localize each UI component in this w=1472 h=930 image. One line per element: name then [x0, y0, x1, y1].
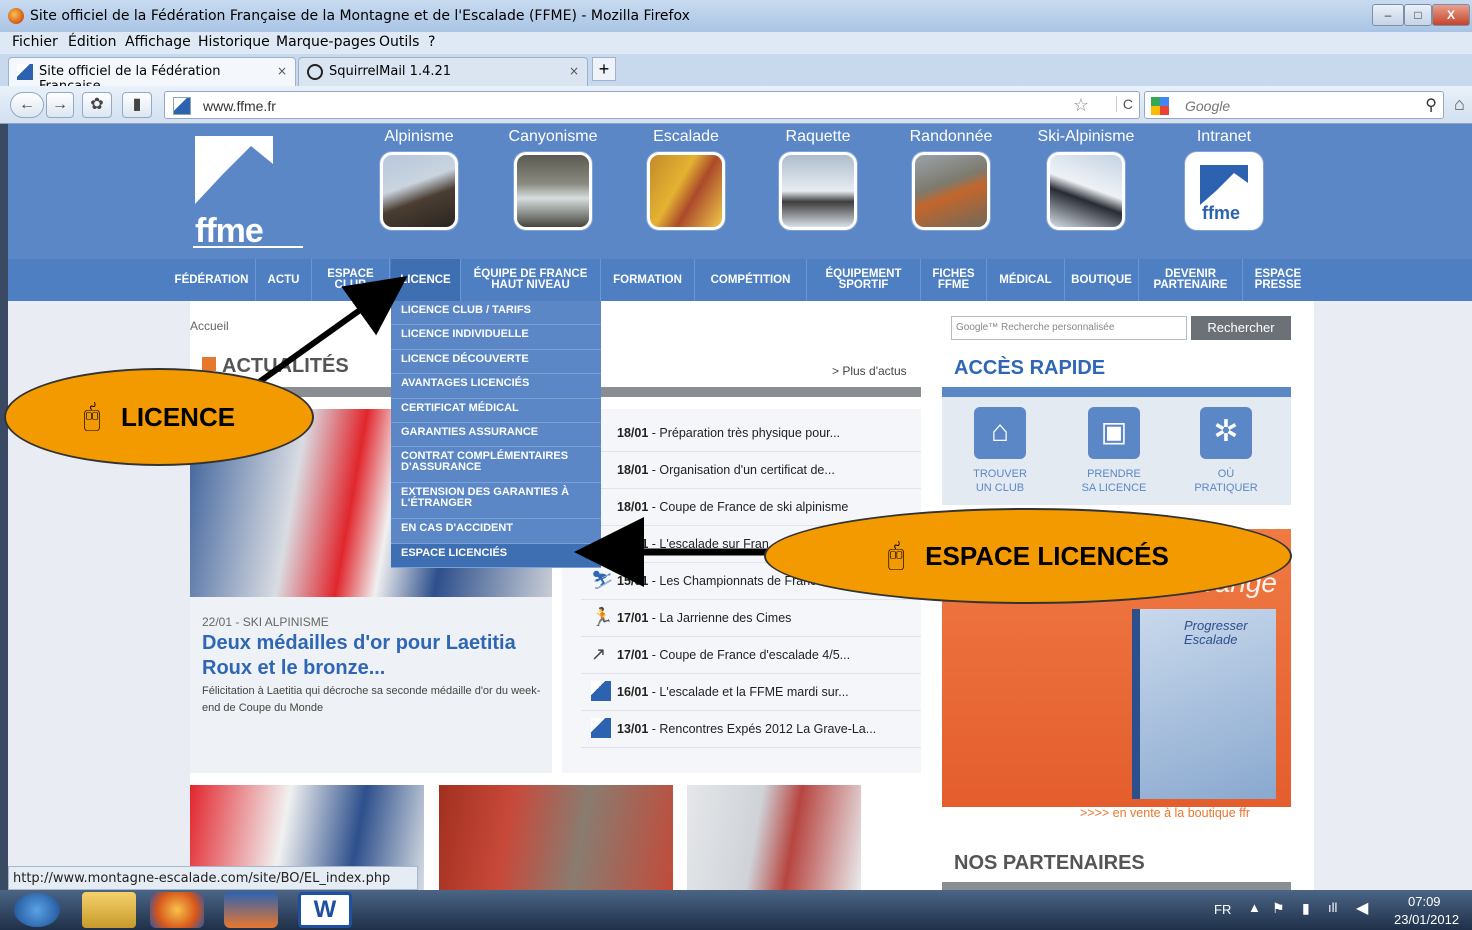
clock-date[interactable]: 23/01/2012 — [1394, 912, 1459, 927]
taskbar: W FR ▲ ⚑ ▮ ıll ◀ 07:09 23/01/2012 — [0, 890, 1472, 930]
start-button[interactable] — [14, 893, 60, 927]
flag-icon[interactable]: ⚑ — [1272, 900, 1285, 917]
volume-icon[interactable]: ◀ — [1356, 898, 1368, 918]
tray-chevron-icon[interactable]: ▲ — [1248, 900, 1261, 915]
media-taskbar-icon[interactable] — [224, 892, 278, 928]
arrow-to-licence — [253, 276, 408, 388]
explorer-taskbar-icon[interactable] — [82, 892, 136, 928]
mouse-icon: 🖰 — [887, 539, 906, 572]
word-taskbar-icon[interactable]: W — [298, 892, 352, 928]
network-icon[interactable]: ıll — [1328, 900, 1337, 915]
callout-label: ESPACE LICENCÉS — [925, 540, 1169, 571]
battery-icon[interactable]: ▮ — [1302, 900, 1310, 917]
language-indicator[interactable]: FR — [1214, 902, 1231, 917]
callout-licence: 🖰 LICENCE — [4, 368, 314, 466]
mouse-icon: 🖰 — [82, 400, 101, 433]
callout-espace-licencies: 🖰 ESPACE LICENCÉS — [764, 508, 1292, 604]
clock-time[interactable]: 07:09 — [1408, 894, 1441, 909]
firefox-taskbar-icon[interactable] — [150, 892, 204, 928]
annotation-arrows — [253, 276, 770, 587]
callout-label: LICENCE — [120, 401, 236, 432]
status-bar: http://www.montagne-escalade.com/site/BO… — [8, 866, 418, 890]
